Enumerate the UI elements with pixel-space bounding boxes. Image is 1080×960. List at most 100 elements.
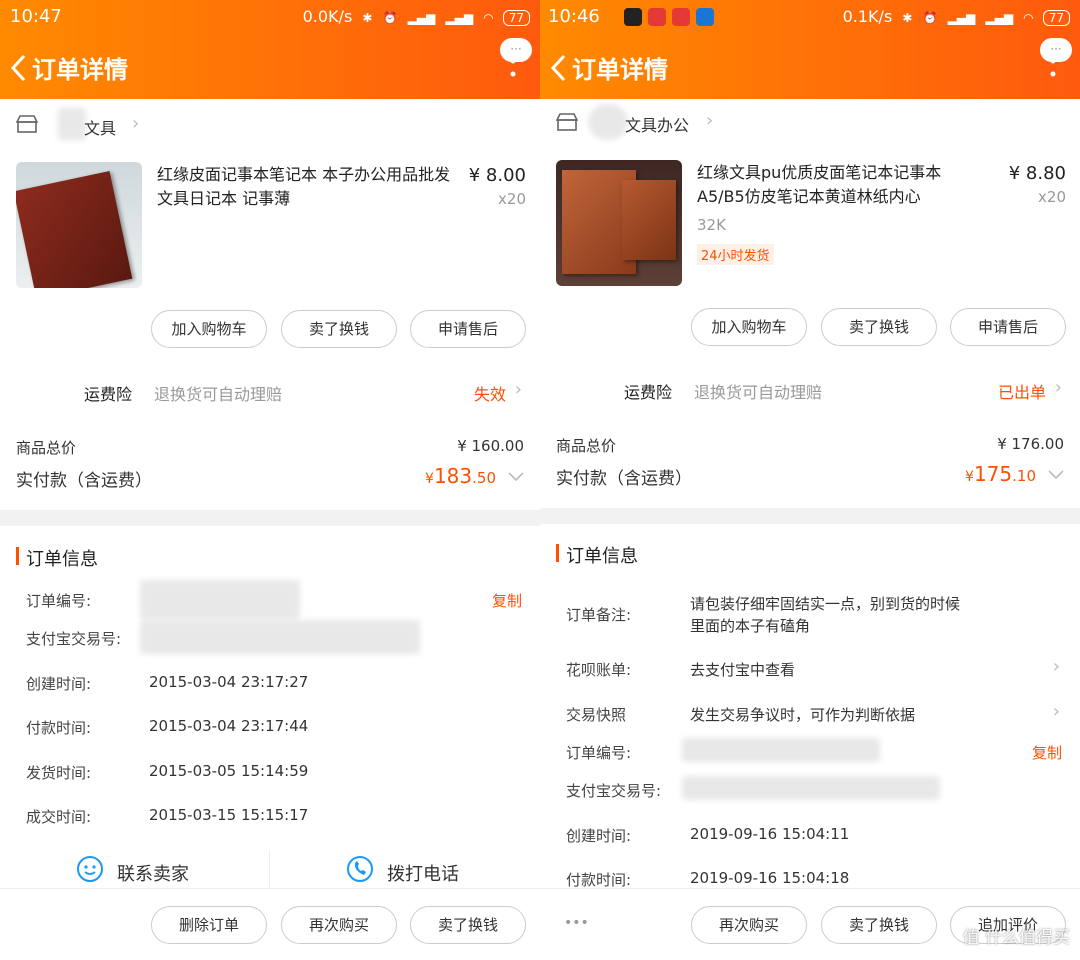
- add-to-cart-button[interactable]: 加入购物车: [151, 310, 267, 348]
- huabei-value[interactable]: 去支付宝中查看: [690, 659, 795, 680]
- section-accent: [16, 547, 19, 565]
- goods-total-value: ¥ 176.00: [997, 435, 1064, 453]
- alipay-no-blur: [140, 620, 420, 654]
- resell-button[interactable]: 卖了换钱: [410, 906, 526, 944]
- snapshot-label: 交易快照: [566, 706, 627, 724]
- info-value: 2015-03-05 15:14:59: [149, 762, 309, 780]
- chevron-down-icon[interactable]: [1048, 470, 1064, 480]
- page-title: 订单详情: [32, 56, 128, 84]
- wifi-icon: ◠: [483, 11, 494, 25]
- paid-label: 实付款（含运费）: [16, 471, 152, 491]
- copy-button[interactable]: 复制: [1032, 742, 1062, 763]
- shipping-badge: 24小时发货: [697, 244, 774, 265]
- shop-name-blur: [58, 108, 86, 140]
- alarm-icon: ⏰: [922, 11, 938, 25]
- shop-name-blur: [588, 104, 628, 140]
- app-header: 10:47 0.0K/s ✱ ⏰ ▂▄▆ ▂▄▆ ◠ 77 订单详情 ···: [0, 0, 540, 99]
- page-title: 订单详情: [572, 56, 668, 84]
- order-no-label: 订单编号:: [566, 744, 632, 762]
- chevron-right-icon: ›: [1054, 377, 1062, 398]
- watermark-logo: 值 什么值得买: [962, 928, 1070, 948]
- insurance-status[interactable]: 失效: [474, 381, 506, 405]
- after-sale-button[interactable]: 申请售后: [410, 310, 526, 348]
- more-actions-icon[interactable]: •••: [564, 915, 589, 931]
- signal-icon-2: ▂▄▆: [985, 11, 1014, 25]
- more-icon[interactable]: [1050, 58, 1056, 78]
- back-arrow-icon[interactable]: [550, 54, 566, 82]
- status-icons: 0.1K/s ✱ ⏰ ▂▄▆ ▂▄▆ ◠ 77: [843, 7, 1070, 26]
- insurance-status[interactable]: 已出单: [998, 379, 1046, 403]
- call-button[interactable]: 拨打电话: [387, 860, 459, 886]
- alipay-label: 支付宝交易号:: [26, 630, 122, 648]
- chevron-right-icon: ›: [514, 379, 522, 400]
- alarm-icon: ⏰: [382, 11, 398, 25]
- note-label: 订单备注:: [566, 606, 632, 624]
- insurance-desc: 退换货可自动理赔: [154, 385, 283, 404]
- chevron-right-icon: ›: [1052, 701, 1060, 722]
- order-info-title: 订单信息: [566, 546, 638, 567]
- shop-name[interactable]: 文具: [84, 115, 116, 139]
- chevron-down-icon[interactable]: [508, 472, 524, 482]
- product-qty: x20: [498, 190, 526, 208]
- network-speed: 0.1K/s: [842, 7, 893, 26]
- goods-total-label: 商品总价: [16, 439, 77, 457]
- info-value: 2019-09-16 15:04:18: [690, 869, 850, 887]
- back-arrow-icon[interactable]: [10, 54, 26, 82]
- info-label: 付款时间:: [26, 719, 92, 737]
- goods-total-value: ¥ 160.00: [457, 437, 524, 455]
- battery-icon: 77: [502, 10, 530, 26]
- copy-button[interactable]: 复制: [492, 590, 522, 611]
- product-price: ¥ 8.00: [468, 165, 526, 186]
- info-label: 创建时间:: [26, 675, 92, 693]
- battery-icon: 77: [1042, 10, 1070, 26]
- product-image[interactable]: [556, 160, 682, 286]
- delete-order-button[interactable]: 删除订单: [151, 906, 267, 944]
- phone-icon: [347, 856, 373, 882]
- app-header: 10:46 0.1K/s ✱ ⏰ ▂▄▆ ▂▄▆ ◠ 77 订单详情 ···: [540, 0, 1080, 99]
- info-label: 创建时间:: [566, 827, 632, 845]
- paid-label: 实付款（含运费）: [556, 469, 692, 489]
- after-sale-button[interactable]: 申请售后: [950, 308, 1066, 346]
- shop-name[interactable]: 文具办公: [625, 112, 689, 136]
- product-price: ¥ 8.80: [1008, 163, 1066, 184]
- status-time: 10:47: [10, 6, 62, 27]
- more-bubble[interactable]: ···: [500, 38, 532, 62]
- signal-icon-2: ▂▄▆: [445, 11, 474, 25]
- section-divider: [540, 508, 1080, 524]
- info-label: 付款时间:: [566, 871, 632, 889]
- note-value-line1: 请包装仔细牢固结实一点，别到货的时候: [690, 595, 961, 613]
- snapshot-value[interactable]: 发生交易争议时，可作为判断依据: [690, 704, 915, 725]
- buy-again-button[interactable]: 再次购买: [691, 906, 807, 944]
- product-sku: 32K: [697, 216, 726, 234]
- chevron-right-icon: ›: [132, 113, 140, 134]
- info-label: 成交时间:: [26, 808, 92, 826]
- buy-again-button[interactable]: 再次购买: [281, 906, 397, 944]
- more-bubble[interactable]: ···: [1040, 38, 1072, 62]
- paid-amount: ¥183.50: [425, 464, 496, 488]
- order-no-blur: [682, 738, 880, 762]
- resell-button[interactable]: 卖了换钱: [281, 310, 397, 348]
- signal-icon: ▂▄▆: [947, 11, 976, 25]
- divider: [269, 850, 270, 888]
- goods-total-label: 商品总价: [556, 437, 617, 455]
- resell-button[interactable]: 卖了换钱: [821, 308, 937, 346]
- shop-icon: [556, 113, 578, 131]
- shop-icon: [16, 115, 38, 133]
- insurance-desc: 退换货可自动理赔: [694, 383, 823, 402]
- order-no-label: 订单编号:: [26, 592, 92, 610]
- product-image[interactable]: [16, 162, 142, 288]
- more-icon[interactable]: [510, 58, 516, 78]
- insurance-label: 运费险: [624, 383, 673, 402]
- order-info-title: 订单信息: [26, 549, 98, 570]
- product-name[interactable]: 红缘皮面记事本笔记本 本子办公用品批发文具日记本 记事薄: [157, 163, 457, 211]
- alipay-label: 支付宝交易号:: [566, 782, 662, 800]
- bluetooth-icon: ✱: [902, 11, 913, 25]
- section-divider: [0, 510, 540, 526]
- product-name[interactable]: 红缘文具pu优质皮面笔记本记事本A5/B5仿皮笔记本黄道林纸内心: [697, 161, 977, 209]
- section-accent: [556, 544, 559, 562]
- info-value: 2015-03-04 23:17:44: [149, 717, 309, 735]
- contact-seller-button[interactable]: 联系卖家: [117, 860, 189, 886]
- add-to-cart-button[interactable]: 加入购物车: [691, 308, 807, 346]
- resell-button[interactable]: 卖了换钱: [821, 906, 937, 944]
- bottom-action-bar: 删除订单 再次购买 卖了换钱: [0, 888, 540, 960]
